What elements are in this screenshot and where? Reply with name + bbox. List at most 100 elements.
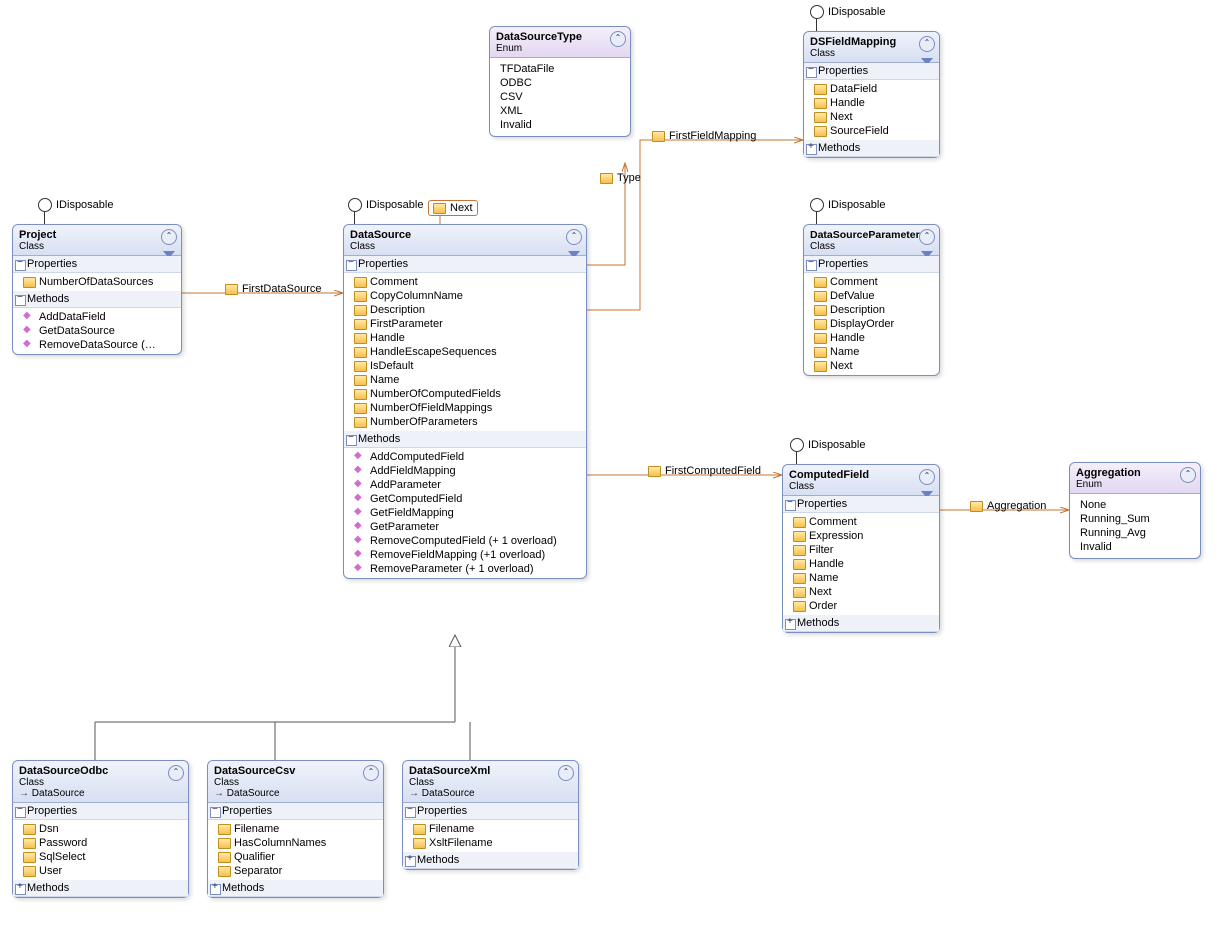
class-computedfield[interactable]: ComputedField Class ⌃ Properties Comment…	[782, 464, 940, 633]
class-header[interactable]: DataSourceCsv Class DataSource ⌃	[208, 761, 383, 803]
class-datasourceparameter[interactable]: DataSourceParameter Class ⌃ Properties C…	[803, 224, 940, 376]
class-header[interactable]: DataSource Class ⌃	[344, 225, 586, 256]
enum-value[interactable]: ODBC	[500, 76, 620, 90]
class-datasourcecsv[interactable]: DataSourceCsv Class DataSource ⌃ Propert…	[207, 760, 384, 898]
enum-aggregation[interactable]: Aggregation Enum ⌃ None Running_Sum Runn…	[1069, 462, 1201, 559]
class-header[interactable]: Project Class ⌃	[13, 225, 181, 256]
method-item[interactable]: GetDataSource	[13, 324, 181, 338]
collapse-icon[interactable]: ⌃	[919, 229, 935, 245]
property-item[interactable]: FirstParameter	[344, 317, 586, 331]
property-item[interactable]: NumberOfFieldMappings	[344, 401, 586, 415]
property-item[interactable]: Description	[804, 303, 939, 317]
property-item[interactable]: NumberOfComputedFields	[344, 387, 586, 401]
class-header[interactable]: DataSourceType Enum ⌃	[490, 27, 630, 58]
property-item[interactable]: Comment	[804, 275, 939, 289]
enum-value[interactable]: Invalid	[500, 118, 620, 132]
property-item[interactable]: HasColumnNames	[208, 836, 383, 850]
method-item[interactable]: GetComputedField	[344, 492, 586, 506]
collapse-icon[interactable]: ⌃	[566, 229, 582, 245]
section-methods[interactable]: Methods	[13, 291, 181, 308]
section-methods[interactable]: Methods	[344, 431, 586, 448]
class-header[interactable]: DataSourceXml Class DataSource ⌃	[403, 761, 578, 803]
property-item[interactable]: Handle	[804, 331, 939, 345]
property-item[interactable]: Name	[344, 373, 586, 387]
property-item[interactable]: XsltFilename	[403, 836, 578, 850]
method-item[interactable]: RemoveParameter (+ 1 overload)	[344, 562, 586, 576]
property-item[interactable]: Next	[804, 110, 939, 124]
enum-value[interactable]: None	[1080, 498, 1190, 512]
class-header[interactable]: Aggregation Enum ⌃	[1070, 463, 1200, 494]
method-item[interactable]: RemoveFieldMapping (+1 overload)	[344, 548, 586, 562]
class-datasourceodbc[interactable]: DataSourceOdbc Class DataSource ⌃ Proper…	[12, 760, 189, 898]
enum-value[interactable]: CSV	[500, 90, 620, 104]
property-item[interactable]: Description	[344, 303, 586, 317]
collapse-icon[interactable]: ⌃	[161, 229, 177, 245]
property-item[interactable]: SqlSelect	[13, 850, 188, 864]
collapse-icon[interactable]: ⌃	[610, 31, 626, 47]
enum-value[interactable]: XML	[500, 104, 620, 118]
property-item[interactable]: SourceField	[804, 124, 939, 138]
property-item[interactable]: Name	[804, 345, 939, 359]
method-item[interactable]: AddParameter	[344, 478, 586, 492]
section-methods[interactable]: Methods	[783, 615, 939, 632]
method-item[interactable]: AddComputedField	[344, 450, 586, 464]
section-properties[interactable]: Properties	[783, 496, 939, 513]
property-item[interactable]: Comment	[783, 515, 939, 529]
property-item[interactable]: Filter	[783, 543, 939, 557]
property-item[interactable]: IsDefault	[344, 359, 586, 373]
property-item[interactable]: Password	[13, 836, 188, 850]
property-item[interactable]: Separator	[208, 864, 383, 878]
collapse-icon[interactable]: ⌃	[558, 765, 574, 781]
method-item[interactable]: AddDataField	[13, 310, 181, 324]
class-datasourcexml[interactable]: DataSourceXml Class DataSource ⌃ Propert…	[402, 760, 579, 870]
property-item[interactable]: DataField	[804, 82, 939, 96]
collapse-icon[interactable]: ⌃	[919, 36, 935, 52]
property-item[interactable]: Expression	[783, 529, 939, 543]
class-dsfieldmapping[interactable]: DSFieldMapping Class ⌃ Properties DataFi…	[803, 31, 940, 158]
section-properties[interactable]: Properties	[344, 256, 586, 273]
enum-value[interactable]: Running_Avg	[1080, 526, 1190, 540]
class-header[interactable]: DataSourceOdbc Class DataSource ⌃	[13, 761, 188, 803]
property-item[interactable]: Order	[783, 599, 939, 613]
class-header[interactable]: ComputedField Class ⌃	[783, 465, 939, 496]
enum-value[interactable]: Running_Sum	[1080, 512, 1190, 526]
property-item[interactable]: NumberOfDataSources	[13, 275, 181, 289]
method-item[interactable]: GetParameter	[344, 520, 586, 534]
method-item[interactable]: GetFieldMapping	[344, 506, 586, 520]
class-header[interactable]: DataSourceParameter Class ⌃	[804, 225, 939, 256]
collapse-icon[interactable]: ⌃	[919, 469, 935, 485]
class-project[interactable]: Project Class ⌃ Properties NumberOfDataS…	[12, 224, 182, 355]
property-item[interactable]: Dsn	[13, 822, 188, 836]
section-properties[interactable]: Properties	[13, 256, 181, 273]
section-properties[interactable]: Properties	[804, 256, 939, 273]
property-item[interactable]: Filename	[208, 822, 383, 836]
property-item[interactable]: CopyColumnName	[344, 289, 586, 303]
property-item[interactable]: Next	[783, 585, 939, 599]
property-item[interactable]: HandleEscapeSequences	[344, 345, 586, 359]
method-item[interactable]: RemoveDataSource (…	[13, 338, 181, 352]
property-item[interactable]: DisplayOrder	[804, 317, 939, 331]
property-item[interactable]: Qualifier	[208, 850, 383, 864]
property-item[interactable]: Next	[804, 359, 939, 373]
property-item[interactable]: Name	[783, 571, 939, 585]
collapse-icon[interactable]: ⌃	[1180, 467, 1196, 483]
collapse-icon[interactable]: ⌃	[168, 765, 184, 781]
method-item[interactable]: AddFieldMapping	[344, 464, 586, 478]
property-item[interactable]: Handle	[804, 96, 939, 110]
class-header[interactable]: DSFieldMapping Class ⌃	[804, 32, 939, 63]
property-item[interactable]: NumberOfParameters	[344, 415, 586, 429]
section-methods[interactable]: Methods	[13, 880, 188, 897]
section-methods[interactable]: Methods	[208, 880, 383, 897]
property-item[interactable]: Filename	[403, 822, 578, 836]
enum-value[interactable]: TFDataFile	[500, 62, 620, 76]
section-properties[interactable]: Properties	[208, 803, 383, 820]
property-item[interactable]: Handle	[344, 331, 586, 345]
enum-datasourcetype[interactable]: DataSourceType Enum ⌃ TFDataFile ODBC CS…	[489, 26, 631, 137]
method-item[interactable]: RemoveComputedField (+ 1 overload)	[344, 534, 586, 548]
property-item[interactable]: Comment	[344, 275, 586, 289]
section-properties[interactable]: Properties	[804, 63, 939, 80]
collapse-icon[interactable]: ⌃	[363, 765, 379, 781]
property-item[interactable]: Handle	[783, 557, 939, 571]
class-datasource[interactable]: DataSource Class ⌃ Properties Comment Co…	[343, 224, 587, 579]
section-methods[interactable]: Methods	[804, 140, 939, 157]
